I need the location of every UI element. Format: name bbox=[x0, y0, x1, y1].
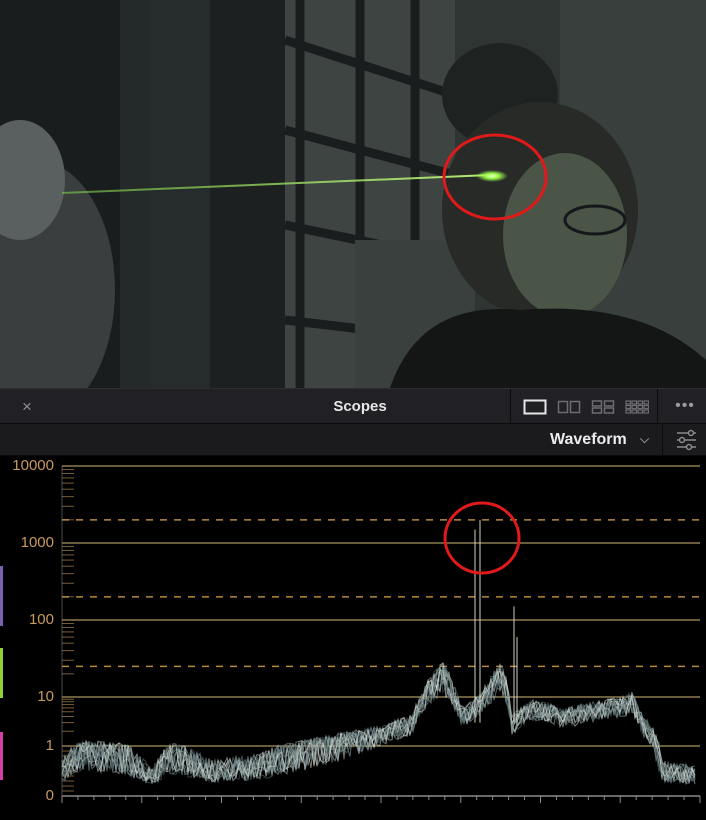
waveform-graph bbox=[61, 465, 701, 803]
y-tick-label: 10 bbox=[37, 688, 54, 705]
scopes-panel: × Scopes ••• Waveform ⌵ 10000 1000 100 1… bbox=[0, 388, 706, 820]
video-frame bbox=[0, 0, 706, 388]
scope-mode-dropdown[interactable]: Waveform ⌵ bbox=[540, 424, 660, 455]
two-up-layout-icon[interactable] bbox=[557, 399, 581, 415]
y-tick-label: 1 bbox=[45, 737, 54, 754]
scopes-header: × Scopes ••• bbox=[0, 388, 706, 425]
scope-mode-label: Waveform bbox=[550, 431, 627, 448]
waveform-plot: 10000 1000 100 10 1 0 bbox=[0, 456, 706, 820]
y-tick-label: 100 bbox=[28, 611, 54, 628]
waveform-trace bbox=[61, 662, 696, 784]
chevron-down-icon: ⌵ bbox=[640, 432, 650, 446]
annotation-circle bbox=[443, 501, 521, 575]
sliders-icon bbox=[677, 429, 696, 451]
scope-mode-bar: Waveform ⌵ bbox=[0, 424, 706, 456]
layout-toolbar bbox=[510, 389, 658, 425]
quad-layout-icon[interactable] bbox=[591, 399, 615, 415]
laser-spot bbox=[476, 170, 508, 182]
waveform-trace bbox=[61, 667, 696, 782]
video-viewer bbox=[0, 0, 706, 388]
y-tick-label: 1000 bbox=[20, 534, 54, 551]
single-layout-icon[interactable] bbox=[523, 399, 547, 415]
y-tick-label: 10000 bbox=[12, 457, 54, 474]
more-options-button[interactable]: ••• bbox=[668, 395, 702, 417]
grid-layout-icon[interactable] bbox=[625, 399, 649, 415]
y-tick-label: 0 bbox=[45, 787, 54, 804]
scope-settings-button[interactable] bbox=[662, 424, 706, 455]
